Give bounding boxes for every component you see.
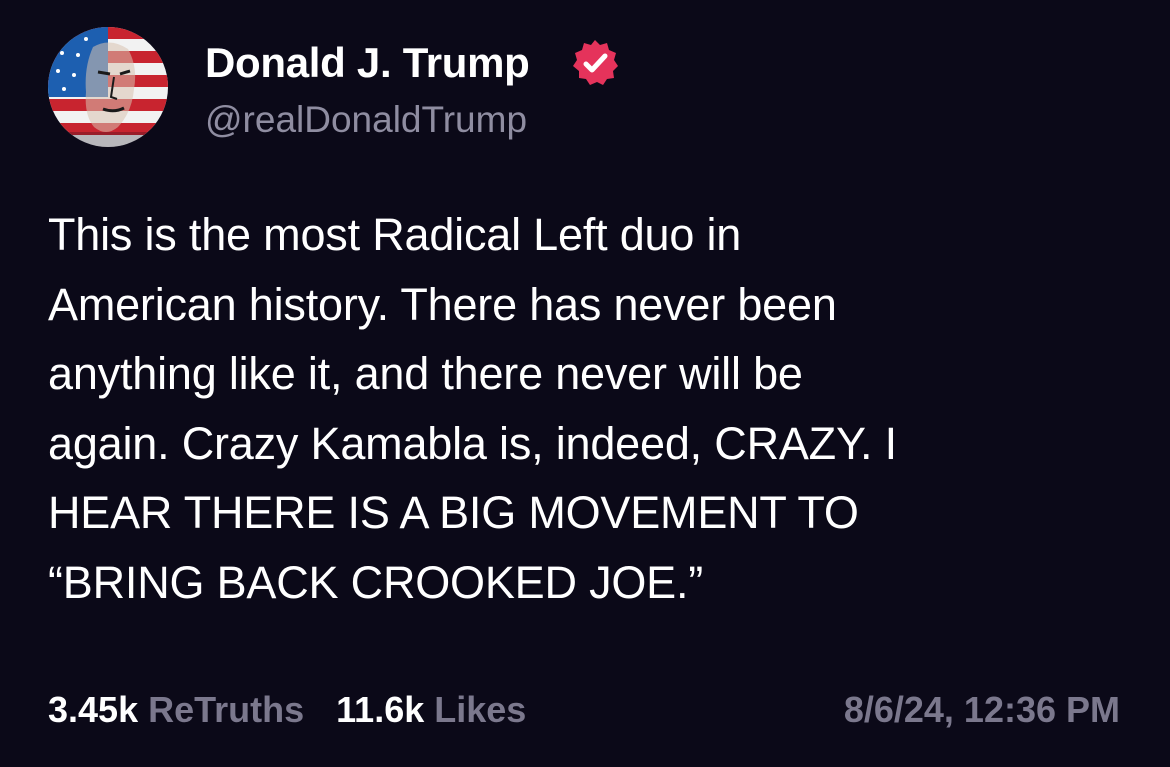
likes-count: 11.6k	[336, 689, 425, 730]
post-text: This is the most Radical Left duo in Ame…	[48, 209, 897, 608]
verified-badge-icon	[570, 38, 620, 88]
author-display-name[interactable]: Donald J. Trump	[205, 38, 530, 88]
retruths-stat[interactable]: 3.45k ReTruths	[48, 689, 304, 730]
likes-stat[interactable]: 11.6k Likes	[336, 689, 526, 730]
author-avatar[interactable]	[48, 27, 168, 147]
likes-label: Likes	[434, 689, 527, 730]
retruths-label: ReTruths	[148, 689, 305, 730]
post-stats: 3.45k ReTruths 11.6k Likes	[48, 686, 526, 734]
retruths-count: 3.45k	[48, 689, 139, 730]
post-card: Donald J. Trump @realDonaldTrump This is…	[0, 0, 1170, 767]
author-handle[interactable]: @realDonaldTrump	[205, 97, 527, 143]
post-timestamp[interactable]: 8/6/24, 12:36 PM	[844, 686, 1120, 734]
avatar-flag-portrait-icon	[48, 27, 168, 147]
